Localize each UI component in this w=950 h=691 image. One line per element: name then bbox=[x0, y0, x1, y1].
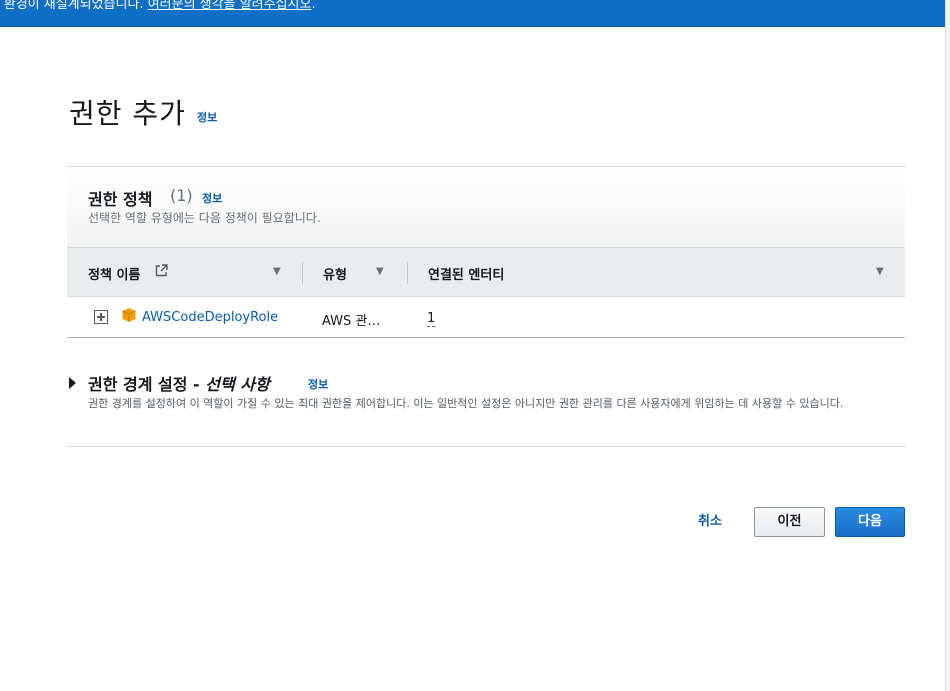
panel-info-link[interactable]: 정보 bbox=[202, 190, 222, 206]
policy-type: AWS 관… bbox=[322, 314, 381, 329]
next-button[interactable]: 다음 bbox=[835, 507, 905, 537]
page-title: 권한 추가 bbox=[69, 97, 186, 130]
column-label: 정책 이름 bbox=[88, 268, 141, 283]
panel-title: 권한 정책 bbox=[88, 190, 153, 209]
sort-caret-down-icon[interactable]: ▼ bbox=[273, 266, 281, 277]
page-info-link[interactable]: 정보 bbox=[197, 109, 217, 125]
column-header-attached-entities[interactable]: 연결된 엔터티 ▼ bbox=[428, 248, 888, 297]
window-scrollbar[interactable] bbox=[945, 0, 950, 691]
permissions-boundary-section: 권한 경계 설정 - 선택 사항 정보 권한 경계를 설정하여 이 역할이 가질… bbox=[67, 370, 905, 447]
column-divider bbox=[302, 262, 303, 284]
column-label: 유형 bbox=[323, 268, 347, 283]
boundary-info-link[interactable]: 정보 bbox=[308, 376, 328, 392]
sort-caret-down-icon[interactable]: ▼ bbox=[376, 266, 384, 277]
policy-name-link[interactable]: AWSCodeDeployRole bbox=[142, 310, 278, 325]
banner-text: l 환경이 재설계되었습니다. 여러분의 생각을 알려주십시오. bbox=[0, 0, 316, 12]
panel-header: 권한 정책 (1) 정보 선택한 역할 유형에는 다음 정책이 필요합니다. bbox=[67, 167, 905, 248]
column-label: 연결된 엔터티 bbox=[428, 268, 505, 283]
caret-right-icon[interactable] bbox=[69, 377, 76, 389]
banner-feedback-link[interactable]: 여러분의 생각을 알려주십시오 bbox=[148, 0, 312, 12]
boundary-optional-label: 선택 사항 bbox=[205, 375, 270, 394]
table-header: 정책 이름 ▼ 유형 ▼ 연결된 엔터티 ▼ bbox=[67, 248, 905, 297]
banner-suffix: . bbox=[311, 0, 316, 12]
permissions-policies-panel: 권한 정책 (1) 정보 선택한 역할 유형에는 다음 정책이 필요합니다. 정… bbox=[67, 166, 905, 338]
plus-square-icon[interactable] bbox=[94, 310, 108, 324]
feedback-banner: l 환경이 재설계되었습니다. 여러분의 생각을 알려주십시오. bbox=[0, 0, 945, 27]
aws-cube-icon bbox=[121, 307, 137, 327]
attached-entities-count[interactable]: 1 bbox=[427, 311, 436, 327]
table-row: AWSCodeDeployRole AWS 관… 1 bbox=[67, 297, 905, 338]
column-header-policy-name[interactable]: 정책 이름 ▼ bbox=[88, 248, 303, 297]
banner-message: l 환경이 재설계되었습니다. bbox=[0, 0, 148, 12]
sort-caret-down-icon[interactable]: ▼ bbox=[876, 266, 884, 277]
column-header-type[interactable]: 유형 ▼ bbox=[323, 248, 403, 297]
policy-count: (1) bbox=[170, 186, 193, 205]
column-divider bbox=[407, 262, 408, 284]
panel-description: 선택한 역할 유형에는 다음 정책이 필요합니다. bbox=[88, 211, 321, 225]
boundary-title: 권한 경계 설정 - bbox=[88, 375, 206, 394]
boundary-description: 권한 경계를 설정하여 이 역할이 가질 수 있는 최대 권한을 제어합니다. … bbox=[88, 397, 844, 410]
previous-button[interactable]: 이전 bbox=[754, 507, 825, 537]
external-link-icon bbox=[155, 264, 168, 281]
boundary-toggle[interactable]: 권한 경계 설정 - 선택 사항 bbox=[88, 371, 270, 395]
cancel-button[interactable]: 취소 bbox=[688, 507, 732, 537]
